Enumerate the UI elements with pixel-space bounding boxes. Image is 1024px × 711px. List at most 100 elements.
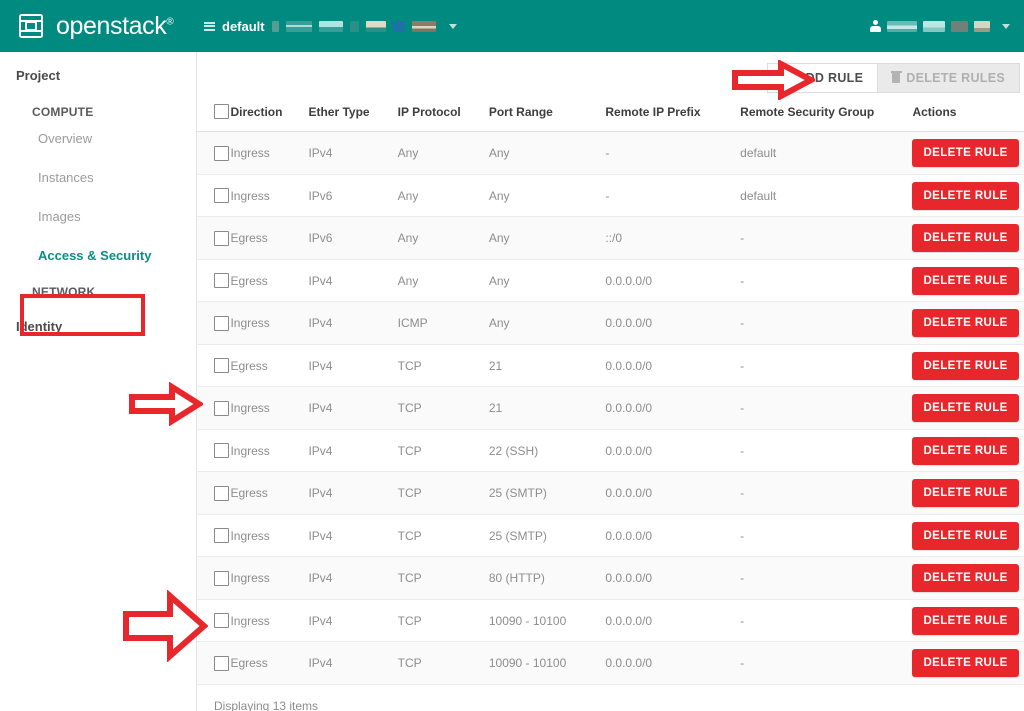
delete-rule-button[interactable]: DELETE RULE [912,606,1019,635]
user-menu[interactable] [870,19,1024,33]
add-rule-button[interactable]: + ADD RULE [766,63,879,93]
row-select-cell [197,471,231,515]
cell-remote-ip-prefix: ::/0 [605,216,741,260]
column-header-direction[interactable]: Direction [230,94,309,133]
sidebar-item-instances[interactable]: Instances [0,158,196,197]
table-row[interactable]: Ingress IPv4 TCP 25 (SMTP) 0.0.0.0/0- DELETE … [197,514,1024,558]
redacted-user-3 [951,20,968,32]
hamburger-icon[interactable] [204,21,215,31]
delete-rule-button[interactable]: DELETE RULE [912,479,1019,508]
delete-rule-button[interactable]: DELETE RULE [912,351,1019,380]
redacted-block-4 [349,20,359,32]
cell-remote-security-group: - [740,386,913,430]
cell-direction: Ingress [230,131,309,175]
redacted-user-4 [974,20,990,32]
row-select-cell [197,429,231,473]
table-row[interactable]: Egress IPv4 TCP 21 0.0.0.0/0- DELETE RULE [197,344,1024,388]
select-all-checkbox[interactable] [214,104,229,120]
row-checkbox[interactable] [214,443,229,459]
cell-ether-type: IPv6 [308,216,398,260]
cell-actions: DELETE RULE [912,131,1024,175]
row-checkbox[interactable] [214,570,229,586]
cell-direction: Egress [230,471,309,515]
sidebar-item-overview[interactable]: Overview [0,119,196,158]
cell-ip-protocol: Any [397,174,489,218]
delete-rule-button[interactable]: DELETE RULE [912,181,1019,210]
delete-rule-button[interactable]: DELETE RULE [912,394,1019,423]
cell-ip-protocol: TCP [397,556,489,600]
row-checkbox[interactable] [214,358,229,374]
row-select-cell [197,301,231,345]
user-menu-chevron-down-icon[interactable] [1002,23,1010,29]
cell-ether-type: IPv4 [308,344,398,388]
cell-direction: Egress [230,344,309,388]
table-row[interactable]: Egress IPv6 Any Any::/0- DELETE RULE [197,216,1024,260]
table-row[interactable]: Ingress IPv6 Any Any - default DELETE RULE [197,174,1024,218]
cell-port-range: Any [488,216,606,260]
delete-rule-button[interactable]: DELETE RULE [912,436,1019,465]
table-row[interactable]: Ingress IPv4 TCP 80 (HTTP) 0.0.0.0/0- DELETE … [197,556,1024,600]
cell-port-range: Any [488,131,606,175]
row-checkbox[interactable] [214,273,229,289]
column-header-ether-type[interactable]: Ether Type [308,94,398,133]
cell-remote-security-group: - [740,216,913,260]
cell-actions: DELETE RULE [912,514,1024,558]
cell-actions: DELETE RULE [912,174,1024,218]
row-checkbox[interactable] [214,485,229,501]
column-header-remote-security-group[interactable]: Remote Security Group [740,94,913,133]
column-header-port-range[interactable]: Port Range [488,94,606,133]
row-checkbox[interactable] [214,188,229,204]
cell-ip-protocol: Any [397,216,489,260]
sidebar: Project COMPUTE Overview Instances Image… [0,52,197,711]
delete-rule-button[interactable]: DELETE RULE [912,224,1019,253]
delete-rule-button[interactable]: DELETE RULE [912,309,1019,338]
table-row[interactable]: Egress IPv4 Any Any 0.0.0.0/0- DELETE RULE [197,259,1024,303]
row-select-cell [197,641,231,685]
cell-remote-ip-prefix: 0.0.0.0/0 [605,386,741,430]
table-row[interactable]: Ingress IPv4 TCP 21 0.0.0.0/0- DELETE RULE [197,386,1024,430]
sidebar-root-project[interactable]: Project [0,52,196,83]
row-select-cell [197,216,231,260]
context-switcher[interactable]: default [204,0,457,52]
row-checkbox[interactable] [214,230,229,246]
sidebar-item-images[interactable]: Images [0,197,196,236]
delete-rule-button[interactable]: DELETE RULE [912,139,1019,168]
row-checkbox[interactable] [214,655,229,671]
sidebar-item-label: Images [38,209,81,224]
sidebar-root-identity[interactable]: Identity [0,299,196,334]
column-header-ip-protocol[interactable]: IP Protocol [397,94,489,133]
cell-remote-ip-prefix: 0.0.0.0/0 [605,599,741,643]
delete-rule-button[interactable]: DELETE RULE [912,266,1019,295]
table-row[interactable]: Egress IPv4 TCP 25 (SMTP) 0.0.0.0/0- DELETE R… [197,471,1024,515]
table-toolbar: + ADD RULE DELETE RULES [197,52,1024,94]
cell-ip-protocol: TCP [397,599,489,643]
delete-rules-button[interactable]: DELETE RULES [878,63,1020,93]
cell-direction: Ingress [230,174,309,218]
row-checkbox[interactable] [214,315,229,331]
cell-ether-type: IPv6 [308,174,398,218]
table-row[interactable]: Ingress IPv4 TCP 22 (SSH) 0.0.0.0/0- DELETE R… [197,429,1024,473]
chevron-down-icon[interactable] [448,23,457,29]
table-row[interactable]: Ingress IPv4 ICMP Any 0.0.0.0/0- DELETE RULE [197,301,1024,345]
delete-rule-button[interactable]: DELETE RULE [912,521,1019,550]
cell-ether-type: IPv4 [308,514,398,558]
row-checkbox[interactable] [214,145,229,161]
table-row[interactable]: Egress IPv4 TCP 10090 - 10100 0.0.0.0/0- DELE… [197,641,1024,685]
sidebar-item-access-and-security[interactable]: Access & Security [0,236,196,275]
table-row[interactable]: Ingress IPv4 Any Any - default DELETE RULE [197,131,1024,175]
delete-rule-button[interactable]: DELETE RULE [912,649,1019,678]
cell-actions: DELETE RULE [912,471,1024,515]
row-checkbox[interactable] [214,613,229,629]
sidebar-item-label: Access & Security [38,248,152,263]
row-checkbox[interactable] [214,400,229,416]
cell-ether-type: IPv4 [308,301,398,345]
cell-port-range: 10090 - 10100 [488,599,606,643]
column-header-remote-ip-prefix[interactable]: Remote IP Prefix [605,94,741,133]
cell-remote-ip-prefix: 0.0.0.0/0 [605,556,741,600]
row-checkbox[interactable] [214,528,229,544]
cell-ip-protocol: TCP [397,344,489,388]
delete-rule-button[interactable]: DELETE RULE [912,564,1019,593]
table-body: Ingress IPv4 Any Any - default DELETE RULE Ingr… [197,131,1024,685]
table-row[interactable]: Ingress IPv4 TCP 10090 - 10100 0.0.0.0/0- DEL… [197,599,1024,643]
brand-logo-area[interactable]: openstack® [0,11,186,41]
